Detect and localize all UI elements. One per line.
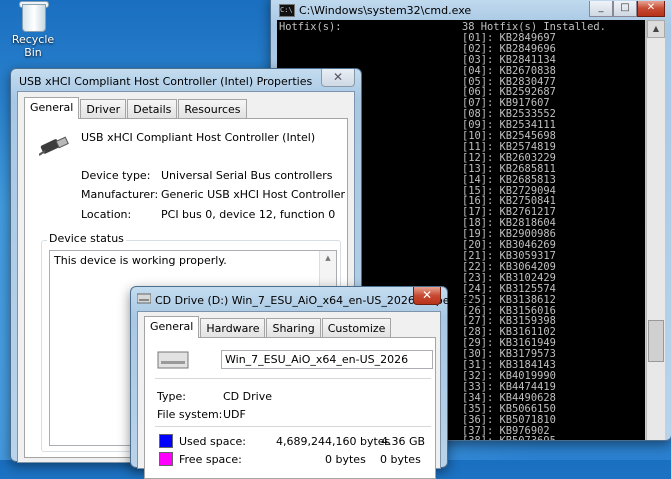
cd-dialog-titlebar[interactable]: CD Drive (D:) Win_7_ESU_AiO_x64_en-US_20…	[131, 287, 474, 309]
tab-general[interactable]: General	[24, 97, 80, 119]
separator	[155, 378, 431, 379]
device-status-label: Device status	[47, 232, 126, 245]
scroll-up-arrow-icon[interactable]: ▲	[647, 20, 665, 38]
hotfix-line: [25]: KB3138612	[462, 293, 556, 306]
hotfix-header-left: Hotfix(s):	[279, 21, 342, 33]
hotfix-line: [24]: KB3125574	[462, 282, 556, 295]
hotfix-line: [38]: KB5073695	[462, 436, 556, 440]
tab-customize[interactable]: Customize	[321, 318, 392, 338]
scroll-up-arrow-icon[interactable]: ▲	[320, 251, 336, 265]
cd-tab-strip: General Hardware Sharing Customize	[144, 316, 392, 338]
tab-resources[interactable]: Resources	[178, 99, 247, 119]
close-icon: ✕	[646, 2, 656, 13]
cmd-title: C:\Windows\system32\cmd.exe	[299, 4, 472, 17]
usb-device-name: USB xHCI Compliant Host Controller (Inte…	[81, 131, 316, 144]
device-type-label: Device type:	[81, 169, 151, 182]
minimize-icon: _	[598, 2, 604, 13]
volume-label-text: Win_7_ESU_AiO_x64_en-US_2026	[225, 353, 409, 366]
usb-close-button[interactable]: ✕	[321, 69, 355, 87]
usb-plug-icon	[39, 136, 69, 156]
location-value: PCI bus 0, device 12, function 0	[161, 208, 336, 221]
manufacturer-value: Generic USB xHCI Host Controller	[161, 188, 346, 201]
hotfix-line: [14]: KB2685813	[462, 173, 556, 186]
usb-dialog-title: USB xHCI Compliant Host Controller (Inte…	[19, 75, 313, 88]
free-space-color-swatch	[159, 452, 173, 466]
file-system-value: UDF	[223, 408, 246, 421]
device-status-text: This device is working properly.	[54, 254, 227, 267]
console-scrollbar[interactable]: ▲	[646, 20, 665, 440]
used-space-label: Used space:	[179, 435, 247, 448]
hotfix-line: [36]: KB5071810	[462, 413, 556, 426]
hotfix-line: [35]: KB5066150	[462, 402, 556, 415]
cmd-titlebar[interactable]: C:\ C:\Windows\system32\cmd.exe _ □ ✕	[271, 0, 671, 20]
recycle-bin-label: Recycle Bin	[11, 33, 55, 59]
scroll-thumb[interactable]	[648, 320, 664, 362]
usb-tab-strip: General Driver Details Resources	[24, 97, 248, 119]
tab-general[interactable]: General	[144, 316, 200, 338]
cd-disc-icon	[157, 351, 189, 369]
type-label: Type:	[157, 390, 186, 403]
close-icon: ✕	[332, 70, 344, 84]
hotfix-line: [03]: KB2841134	[462, 53, 556, 66]
volume-label-input[interactable]: Win_7_ESU_AiO_x64_en-US_2026	[221, 350, 433, 369]
recycle-bin-shortcut[interactable]: Recycle Bin	[4, 0, 62, 59]
device-type-value: Universal Serial Bus controllers	[161, 169, 333, 182]
recycle-bin-icon	[16, 0, 50, 32]
cd-properties-dialog: CD Drive (D:) Win_7_ESU_AiO_x64_en-US_20…	[130, 286, 474, 479]
minimize-button[interactable]: _	[589, 1, 613, 17]
location-label: Location:	[81, 208, 132, 221]
cd-general-panel: Win_7_ESU_AiO_x64_en-US_2026 Type: CD Dr…	[144, 337, 436, 479]
used-space-bytes: 4,689,244,160 bytes	[276, 435, 391, 448]
tab-details[interactable]: Details	[127, 99, 178, 119]
cmd-app-icon: C:\	[279, 4, 295, 17]
file-system-label: File system:	[157, 408, 223, 421]
close-icon: ✕	[421, 288, 433, 302]
hotfix-line: [04]: KB2670838	[462, 64, 556, 77]
tab-sharing[interactable]: Sharing	[266, 318, 321, 338]
tab-hardware[interactable]: Hardware	[200, 318, 266, 338]
close-button[interactable]: ✕	[637, 1, 665, 17]
type-value: CD Drive	[223, 390, 272, 403]
tab-driver[interactable]: Driver	[80, 99, 127, 119]
usb-dialog-titlebar[interactable]: USB xHCI Compliant Host Controller (Inte…	[11, 69, 361, 91]
separator	[155, 426, 431, 427]
cd-dialog-client: General Hardware Sharing Customize Win_7…	[137, 311, 441, 479]
maximize-button[interactable]: □	[613, 1, 637, 17]
manufacturer-label: Manufacturer:	[81, 188, 159, 201]
maximize-icon: □	[620, 2, 630, 13]
used-space-color-swatch	[159, 434, 173, 448]
cd-close-button[interactable]: ✕	[413, 287, 441, 305]
cd-drive-icon	[137, 293, 151, 304]
hotfix-list: [01]: KB2849697 [02]: KB2849696 [03]: KB28…	[462, 32, 556, 440]
used-space-size: 4.36 GB	[381, 435, 426, 448]
